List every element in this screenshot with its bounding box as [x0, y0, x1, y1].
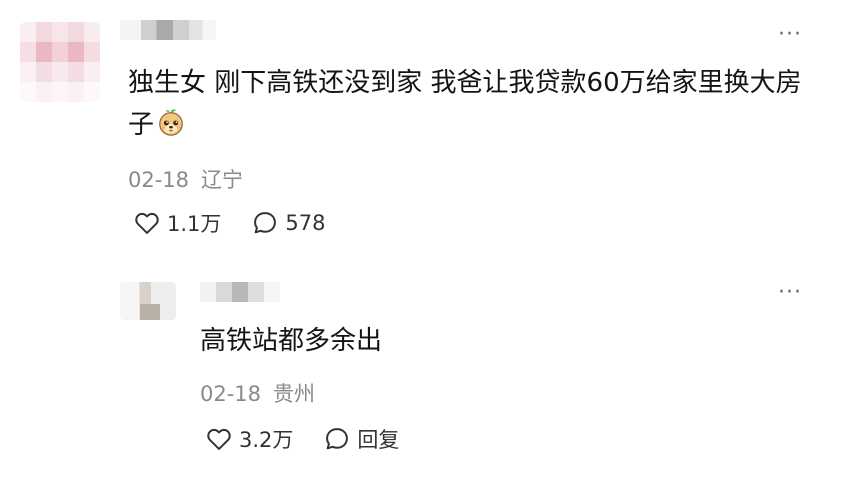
avatar[interactable]	[120, 282, 176, 320]
comment-date: 02-18	[128, 168, 190, 192]
reply-label: 回复	[357, 428, 400, 452]
speech-bubble-icon	[254, 212, 277, 234]
reply-count-button[interactable]: 578	[251, 209, 326, 237]
comment-location: 辽宁	[201, 168, 244, 192]
comment-text: 高铁站都多余出	[200, 326, 383, 356]
comment-location: 贵州	[273, 382, 316, 406]
username-blurred[interactable]	[200, 282, 280, 302]
reply-count: 578	[285, 211, 326, 235]
reply-button[interactable]: 回复	[323, 424, 399, 454]
comment-meta: 02-18 贵州	[200, 378, 315, 408]
speech-bubble-icon	[326, 428, 349, 450]
like-count: 1.1万	[167, 212, 222, 236]
more-options-icon[interactable]: ···	[778, 282, 802, 304]
like-button[interactable]: 3.2万	[205, 424, 293, 454]
heart-outline-icon	[207, 428, 231, 450]
comment-meta: 02-18 辽宁	[128, 164, 243, 194]
reply-item: ··· 高铁站都多余出 02-18 贵州 3.2万 回复	[0, 262, 852, 486]
comment-actions: 1.1万 578	[133, 208, 326, 238]
avatar[interactable]	[20, 22, 100, 102]
comment-actions: 3.2万 回复	[205, 424, 399, 454]
comment-date: 02-18	[200, 382, 262, 406]
like-button[interactable]: 1.1万	[133, 208, 221, 238]
heart-outline-icon	[135, 212, 159, 234]
comment-text-content: 独生女 刚下高铁还没到家 我爸让我贷款60万给家里换大房子	[128, 68, 802, 140]
more-options-icon[interactable]: ···	[778, 24, 802, 46]
username-blurred[interactable]	[120, 20, 216, 40]
comment-text: 独生女 刚下高铁还没到家 我爸让我贷款60万给家里换大房子	[128, 62, 808, 146]
comment-item: ··· 独生女 刚下高铁还没到家 我爸让我贷款60万给家里换大房子 02-18 辽…	[0, 0, 852, 262]
like-count: 3.2万	[239, 428, 294, 452]
dog-face-emoji-icon	[159, 109, 183, 136]
